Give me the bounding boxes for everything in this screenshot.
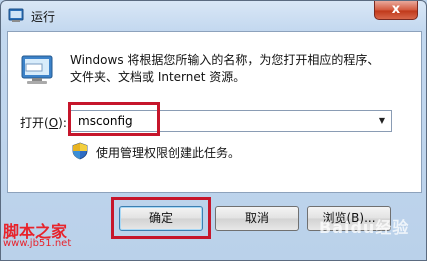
admin-rights-note: 使用管理权限创建此任务。	[96, 146, 241, 160]
close-button[interactable]: x	[374, 1, 418, 20]
baidu-watermark: Baidu经验	[319, 218, 410, 237]
description-line-2: 文件夹、文档或 Internet 资源。	[70, 70, 246, 84]
dropdown-arrow-icon[interactable]: ▼	[373, 111, 391, 131]
open-label-prefix: 打开(	[20, 116, 49, 130]
open-label: 打开(O):	[20, 114, 67, 131]
run-program-icon	[21, 55, 53, 84]
window-title: 运行	[31, 10, 56, 24]
run-icon	[8, 8, 24, 22]
run-dialog-window: 运行 x Windows 将根据您所输入的名称，为您打开相应的程序、 文件夹、文…	[0, 0, 427, 261]
highlight-box-ok	[111, 197, 211, 239]
open-label-suffix: ):	[58, 116, 67, 130]
description-line-1: Windows 将根据您所输入的名称，为您打开相应的程序、	[70, 53, 380, 67]
cancel-button[interactable]: 取消	[215, 206, 299, 231]
site-url-watermark: www.jb51.net	[3, 238, 72, 249]
highlight-box-input	[68, 102, 160, 136]
title-bar[interactable]: 运行 x	[1, 1, 426, 31]
dialog-content: Windows 将根据您所输入的名称，为您打开相应的程序、 文件夹、文档或 In…	[7, 31, 422, 193]
dialog-description: Windows 将根据您所输入的名称，为您打开相应的程序、 文件夹、文档或 In…	[70, 52, 400, 86]
uac-shield-icon	[72, 142, 88, 160]
open-label-accesskey: O	[48, 116, 59, 130]
close-icon: x	[391, 2, 401, 17]
